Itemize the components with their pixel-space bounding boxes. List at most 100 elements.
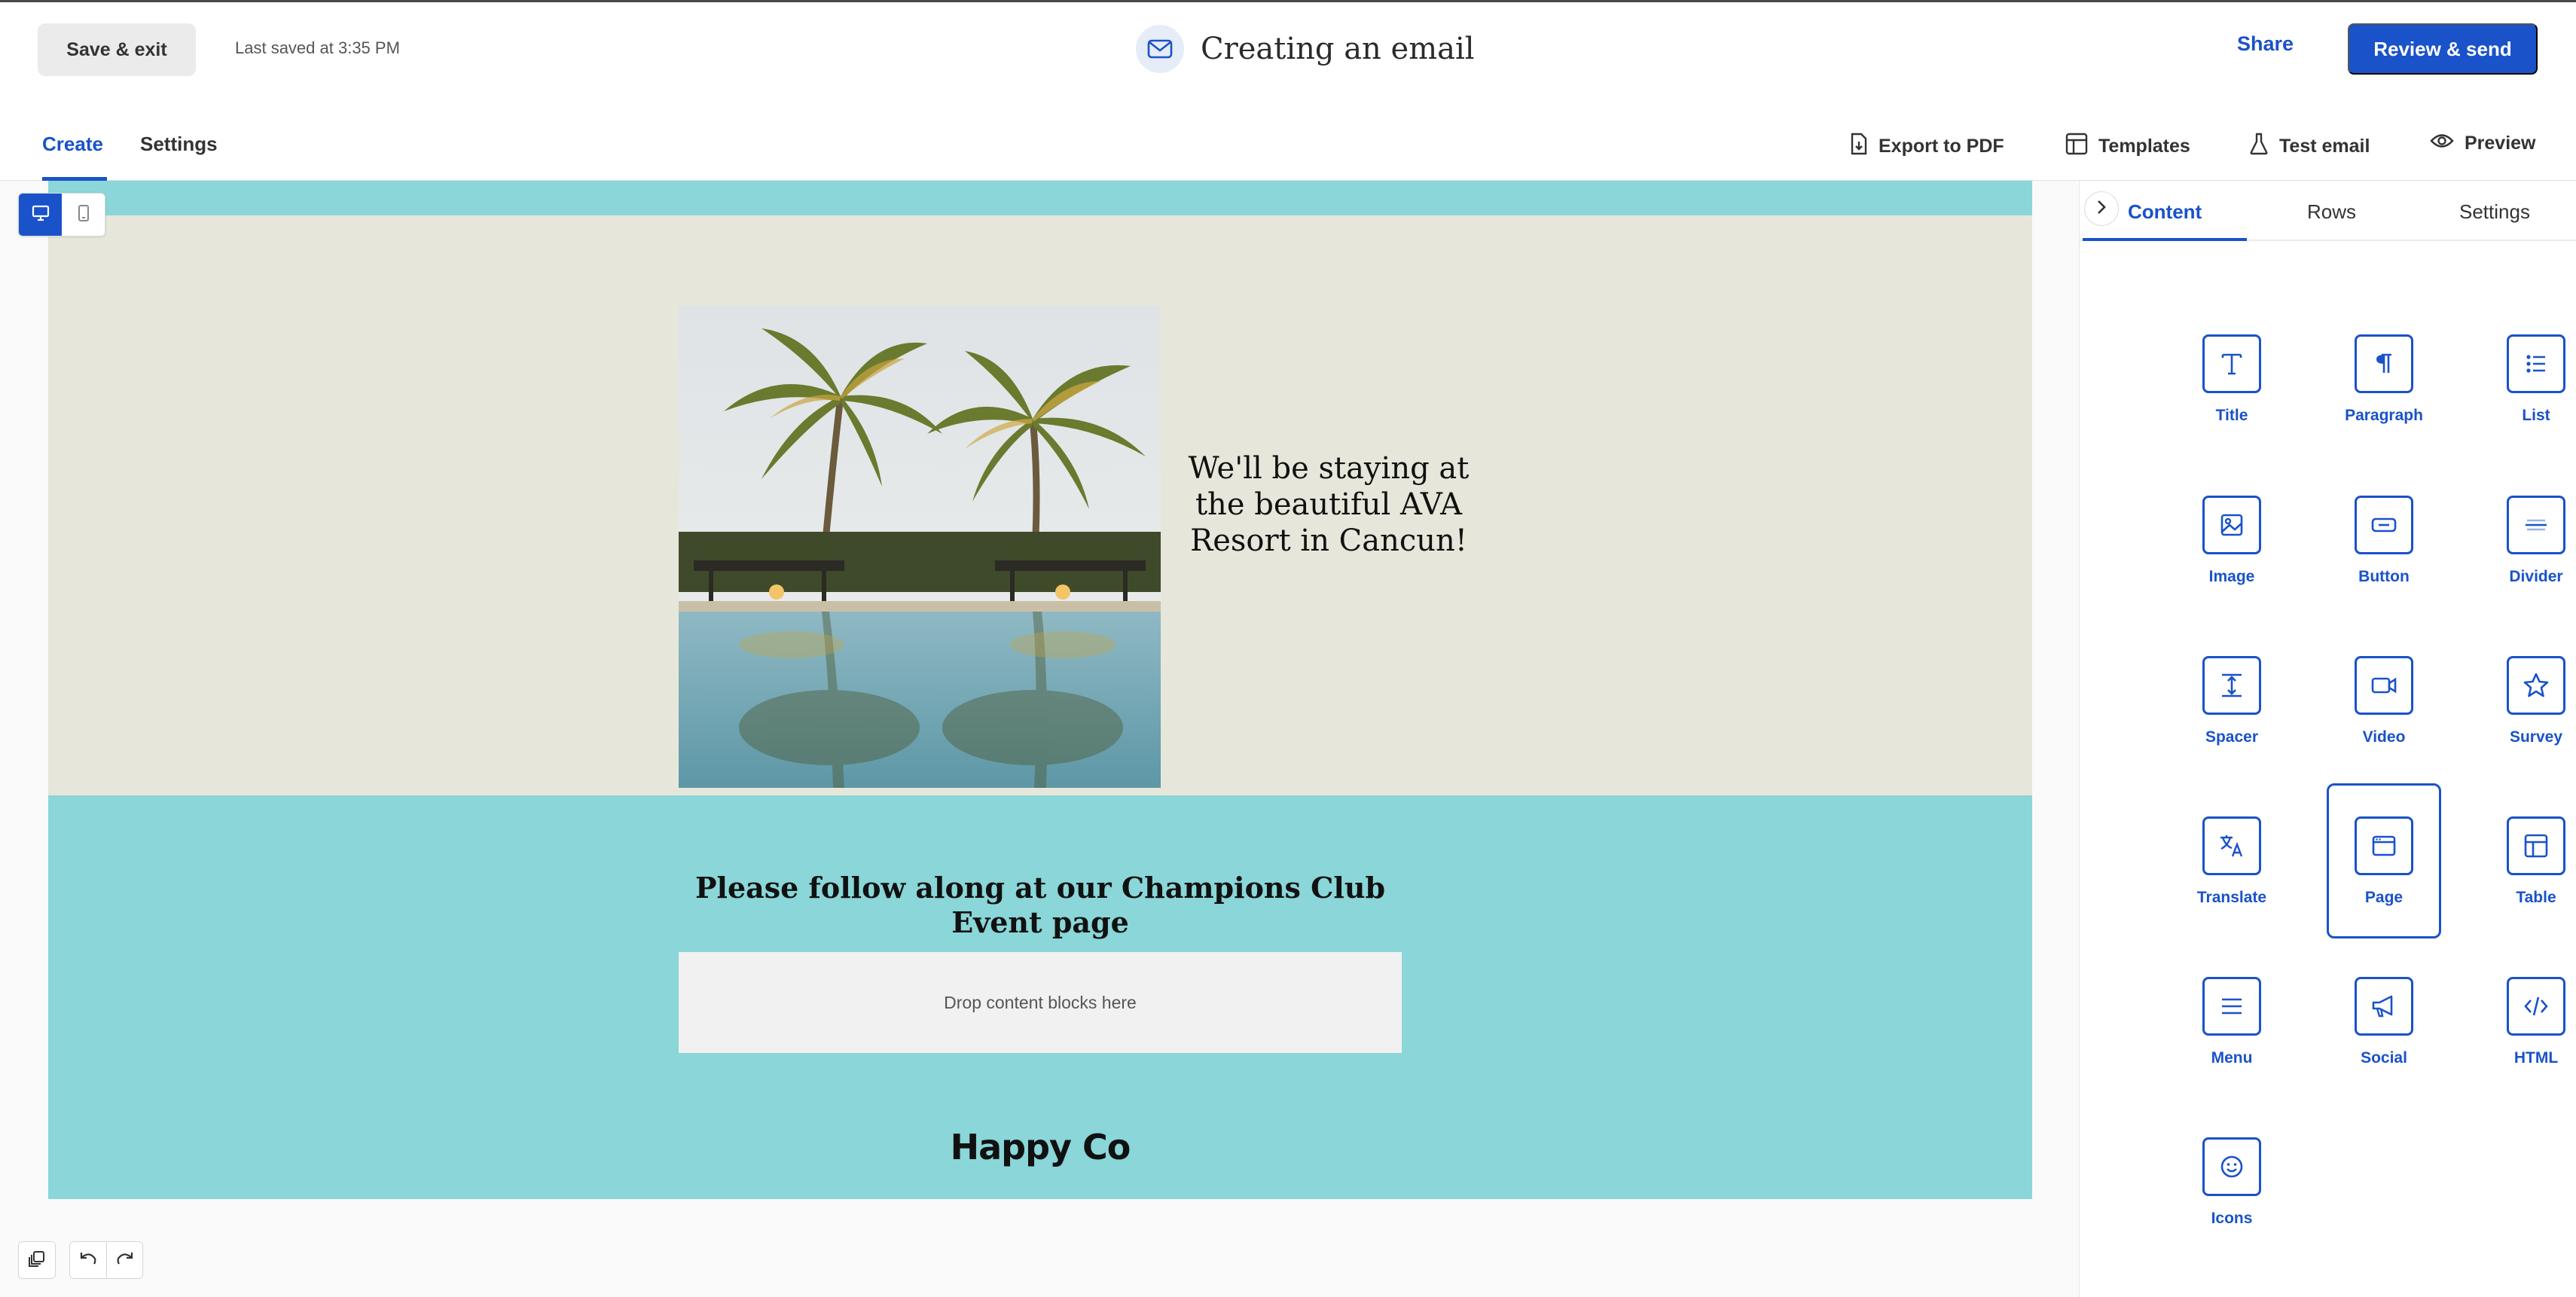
hero-row[interactable]: We'll be staying at the beautiful AVA Re… [48,215,2032,795]
flask-icon [2249,133,2269,160]
document-title-group: Creating an email [1136,25,1475,73]
block-label: Divider [2509,568,2563,585]
video-icon [2355,656,2413,715]
redo-button[interactable] [106,1242,142,1278]
block-label: Spacer [2205,728,2259,746]
block-divider[interactable]: Divider [2479,462,2576,618]
list-icon [2507,334,2565,393]
undo-icon [79,1251,97,1270]
collapse-panel-button[interactable] [2084,191,2119,226]
history-group [18,1241,56,1279]
templates-label: Templates [2098,136,2190,157]
block-spacer[interactable]: Spacer [2175,623,2289,778]
block-label: Page [2364,889,2404,906]
email-canvas: We'll be staying at the beautiful AVA Re… [0,181,2079,1297]
redo-icon [116,1251,134,1270]
undo-redo-group [69,1241,143,1279]
top-bar: Save & exit Last saved at 3:35 PM Creati… [0,0,2576,93]
test-email-button[interactable]: Test email [2249,133,2370,160]
block-page[interactable]: Page [2327,783,2441,938]
block-icons[interactable]: Icons [2175,1104,2289,1259]
share-button[interactable]: Share [2237,32,2294,56]
desktop-view-button[interactable] [19,194,62,236]
desktop-icon [32,205,50,225]
block-button[interactable]: Button [2327,462,2441,618]
undo-button[interactable] [70,1242,106,1278]
chevron-right-icon [2096,200,2107,218]
review-send-button[interactable]: Review & send [2348,23,2538,75]
divider-icon [2507,496,2565,554]
block-title[interactable]: Title [2175,301,2289,456]
block-label: Video [2362,728,2406,746]
save-exit-button[interactable]: Save & exit [38,23,196,76]
event-heading[interactable]: Please follow along at our Champions Clu… [679,871,1402,940]
block-label: Survey [2509,728,2563,746]
panel-tab-rows[interactable]: Rows [2307,200,2356,224]
block-label: Image [2208,568,2255,585]
spacer-icon [2202,656,2261,715]
event-row[interactable]: Please follow along at our Champions Clu… [48,795,2032,1199]
button-icon [2355,496,2413,554]
email-body: We'll be staying at the beautiful AVA Re… [48,181,2032,1199]
block-label: Translate [2196,889,2267,906]
title-icon [2202,334,2261,393]
brand-logo[interactable]: Happy Co [48,1127,2032,1167]
page-title: Creating an email [1201,32,1475,66]
table-icon [2507,816,2565,875]
export-pdf-button[interactable]: Export to PDF [1850,133,2004,160]
editor-tab-bar: Create Settings Export to PDF Templates … [0,93,2576,181]
content-panel: Content Rows Settings Title Paragraph Li… [2079,181,2576,1297]
block-html[interactable]: HTML [2479,944,2576,1099]
tab-create[interactable]: Create [42,133,103,156]
code-icon [2507,977,2565,1036]
block-video[interactable]: Video [2327,623,2441,778]
block-survey[interactable]: Survey [2479,623,2576,778]
block-translate[interactable]: Translate [2175,783,2289,938]
block-label: Table [2516,889,2556,906]
megaphone-icon [2355,977,2413,1036]
hero-text-block[interactable]: We'll be staying at the beautiful AVA Re… [1163,450,1494,559]
image-icon [2202,496,2261,554]
top-color-strip [48,181,2032,215]
canvas-bottom-toolbar [18,1241,143,1279]
block-list[interactable]: List [2479,301,2576,456]
tab-settings[interactable]: Settings [140,133,218,156]
block-image[interactable]: Image [2175,462,2289,618]
block-label: Button [2358,568,2410,585]
block-label: Paragraph [2345,407,2423,424]
layout-icon [2065,133,2088,160]
translate-icon [2202,816,2261,875]
menu-icon [2202,977,2261,1036]
resort-pool-image[interactable] [679,306,1161,788]
export-pdf-label: Export to PDF [1879,136,2004,157]
templates-button[interactable]: Templates [2065,133,2190,160]
block-table[interactable]: Table [2479,783,2576,938]
last-saved-status: Last saved at 3:35 PM [235,38,400,57]
mobile-icon [78,204,90,226]
panel-active-tab-indicator [2083,238,2247,241]
paragraph-icon [2355,334,2413,393]
block-social[interactable]: Social [2327,944,2441,1099]
block-paragraph[interactable]: Paragraph [2327,301,2441,456]
star-icon [2507,656,2565,715]
block-label: HTML [2513,1049,2559,1067]
block-label: List [2522,407,2550,424]
page-icon [2355,816,2413,875]
panel-tab-settings[interactable]: Settings [2459,200,2530,224]
smiley-icon [2202,1137,2261,1196]
drop-zone[interactable]: Drop content blocks here [679,952,1402,1053]
mobile-view-button[interactable] [62,194,105,236]
file-download-icon [1850,133,1868,160]
panel-tab-content[interactable]: Content [2128,200,2202,224]
block-label: Menu [2211,1049,2253,1067]
version-history-button[interactable] [19,1242,55,1278]
block-label: Social [2361,1049,2407,1067]
copy-stack-icon [28,1250,46,1271]
eye-icon [2430,133,2454,154]
device-view-toggle [18,193,105,237]
test-email-label: Test email [2279,136,2370,157]
preview-button[interactable]: Preview [2430,133,2536,154]
block-label: Icons [2211,1210,2253,1227]
block-menu[interactable]: Menu [2175,944,2289,1099]
envelope-icon [1136,25,1184,73]
